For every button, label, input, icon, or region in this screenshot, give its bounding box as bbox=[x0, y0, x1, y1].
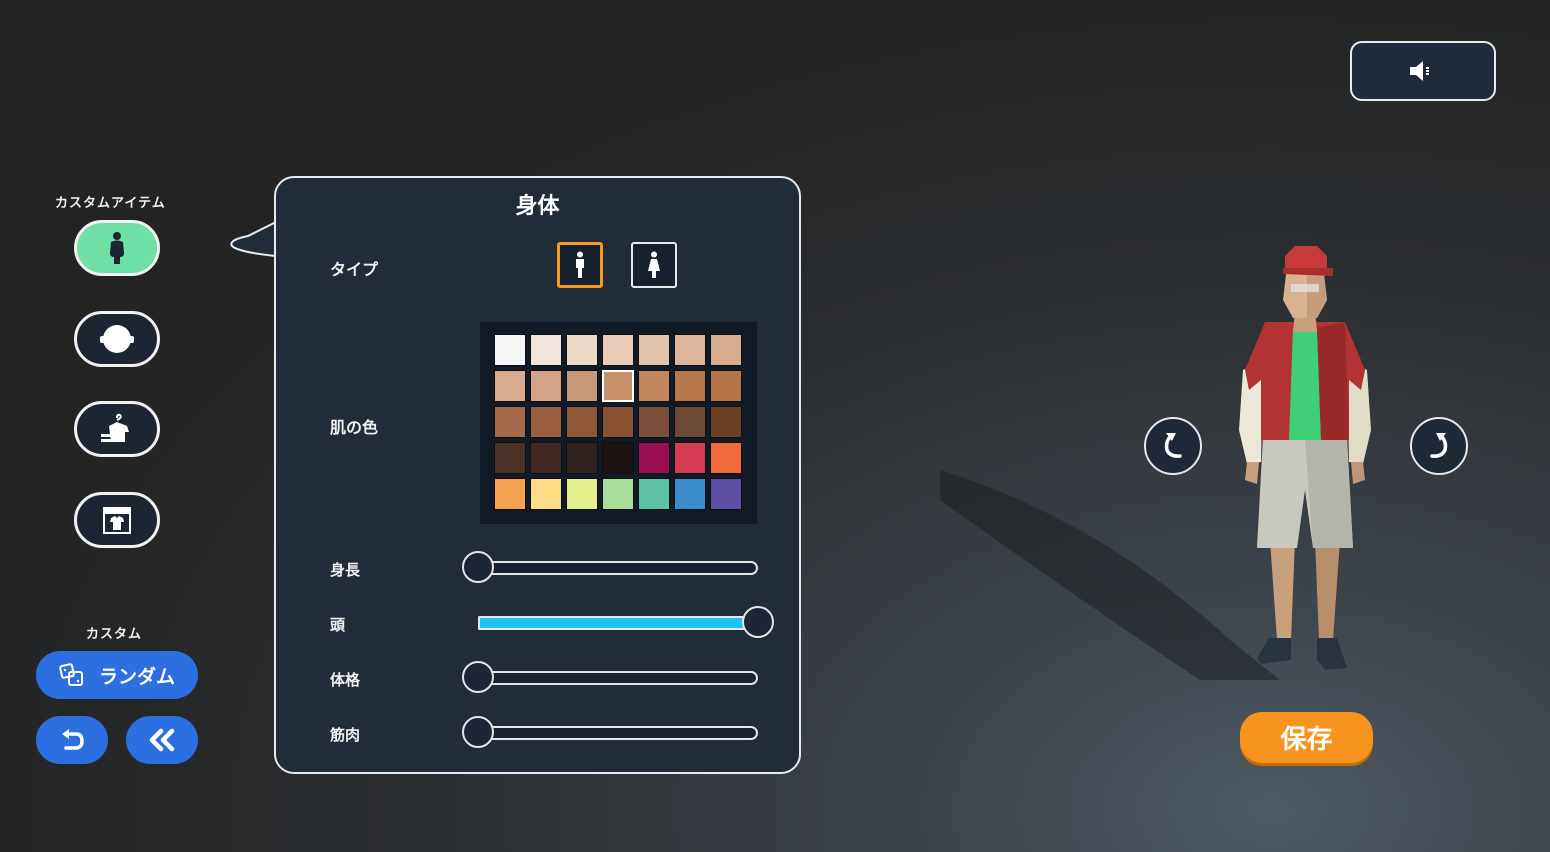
skin-swatch[interactable] bbox=[710, 334, 742, 366]
speaker-icon bbox=[1410, 61, 1429, 81]
clothes-hanger-icon bbox=[101, 413, 129, 442]
sidebar-item-shop[interactable] bbox=[74, 492, 160, 548]
skin-swatch[interactable] bbox=[566, 334, 598, 366]
sidebar-item-outfit[interactable] bbox=[74, 401, 160, 457]
double-chevron-left-icon bbox=[149, 728, 175, 752]
slider-knob[interactable] bbox=[742, 606, 774, 638]
skin-swatch[interactable] bbox=[530, 406, 562, 438]
skin-swatch[interactable] bbox=[494, 370, 526, 402]
rotate-left-button[interactable] bbox=[1144, 417, 1202, 475]
undo-icon bbox=[62, 729, 84, 750]
skin-swatch[interactable] bbox=[674, 334, 706, 366]
slider-track bbox=[478, 616, 758, 630]
shop-icon bbox=[103, 507, 131, 534]
panel-pointer bbox=[230, 221, 278, 257]
slider-knob[interactable] bbox=[462, 551, 494, 583]
skin-swatch[interactable] bbox=[530, 370, 562, 402]
height-label: 身長 bbox=[330, 561, 361, 579]
dice-icon bbox=[59, 663, 83, 686]
skin-swatch[interactable] bbox=[530, 442, 562, 474]
type-label: タイプ bbox=[330, 260, 379, 279]
skin-swatch[interactable] bbox=[602, 406, 634, 438]
sidebar-item-head[interactable] bbox=[74, 311, 160, 367]
save-button[interactable]: 保存 bbox=[1240, 712, 1373, 763]
skin-swatch[interactable] bbox=[710, 370, 742, 402]
head-size-slider[interactable] bbox=[462, 606, 774, 638]
skin-swatch[interactable] bbox=[602, 334, 634, 366]
skin-swatch[interactable] bbox=[638, 370, 670, 402]
skin-swatch[interactable] bbox=[566, 406, 598, 438]
custom-items-label: カスタムアイテム bbox=[55, 196, 166, 211]
body-panel: 身体 タイプ 肌の色 身長 頭 体格 筋肉 bbox=[274, 176, 801, 774]
skin-swatch[interactable] bbox=[674, 406, 706, 438]
random-button[interactable]: ランダム bbox=[36, 651, 198, 699]
skin-swatch[interactable] bbox=[494, 478, 526, 510]
female-figure-icon bbox=[648, 251, 660, 278]
muscle-label: 筋肉 bbox=[330, 726, 361, 744]
character-model bbox=[1239, 246, 1371, 670]
random-label: ランダム bbox=[98, 665, 175, 688]
save-label: 保存 bbox=[1280, 725, 1333, 755]
slider-knob[interactable] bbox=[462, 661, 494, 693]
skin-color-label: 肌の色 bbox=[330, 418, 379, 437]
panel-title: 身体 bbox=[515, 194, 560, 219]
skin-swatch[interactable] bbox=[638, 334, 670, 366]
sound-button[interactable] bbox=[1350, 41, 1496, 101]
rotate-right-icon bbox=[1430, 433, 1448, 458]
skin-swatch[interactable] bbox=[638, 442, 670, 474]
skin-swatch[interactable] bbox=[530, 478, 562, 510]
muscle-slider[interactable] bbox=[462, 716, 758, 748]
skin-swatch[interactable] bbox=[530, 334, 562, 366]
skin-swatch[interactable] bbox=[566, 370, 598, 402]
head-icon bbox=[100, 325, 134, 353]
type-male-button[interactable] bbox=[557, 242, 603, 288]
build-label: 体格 bbox=[330, 671, 361, 689]
skin-swatch[interactable] bbox=[566, 442, 598, 474]
slider-track bbox=[478, 561, 758, 575]
skin-swatch[interactable] bbox=[674, 478, 706, 510]
skin-swatch[interactable] bbox=[674, 442, 706, 474]
undo-button[interactable] bbox=[36, 716, 108, 764]
skin-swatch[interactable] bbox=[494, 334, 526, 366]
skin-swatch[interactable] bbox=[710, 442, 742, 474]
head-size-label: 頭 bbox=[330, 616, 346, 634]
skin-swatch[interactable] bbox=[674, 370, 706, 402]
slider-track bbox=[478, 726, 758, 740]
type-female-button[interactable] bbox=[631, 242, 677, 288]
skin-swatch[interactable] bbox=[710, 406, 742, 438]
male-figure-icon bbox=[576, 251, 584, 278]
rotate-right-button[interactable] bbox=[1410, 417, 1468, 475]
slider-track bbox=[478, 671, 758, 685]
slider-knob[interactable] bbox=[462, 716, 494, 748]
skin-swatch[interactable] bbox=[566, 478, 598, 510]
body-icon bbox=[110, 232, 124, 264]
skin-swatch[interactable] bbox=[710, 478, 742, 510]
slider-fill bbox=[480, 618, 756, 628]
build-slider[interactable] bbox=[462, 661, 758, 693]
skin-swatch[interactable] bbox=[638, 478, 670, 510]
height-slider[interactable] bbox=[462, 551, 758, 583]
skin-swatch[interactable] bbox=[638, 406, 670, 438]
skin-color-palette bbox=[480, 322, 757, 524]
skin-swatch[interactable] bbox=[494, 406, 526, 438]
rotate-left-icon bbox=[1164, 433, 1182, 458]
skin-swatch[interactable] bbox=[602, 478, 634, 510]
skin-swatch[interactable] bbox=[602, 442, 634, 474]
sidebar-item-body[interactable] bbox=[74, 220, 160, 276]
skin-swatch[interactable] bbox=[602, 370, 634, 402]
custom-label: カスタム bbox=[86, 627, 143, 642]
skin-swatch[interactable] bbox=[494, 442, 526, 474]
reset-button[interactable] bbox=[126, 716, 198, 764]
